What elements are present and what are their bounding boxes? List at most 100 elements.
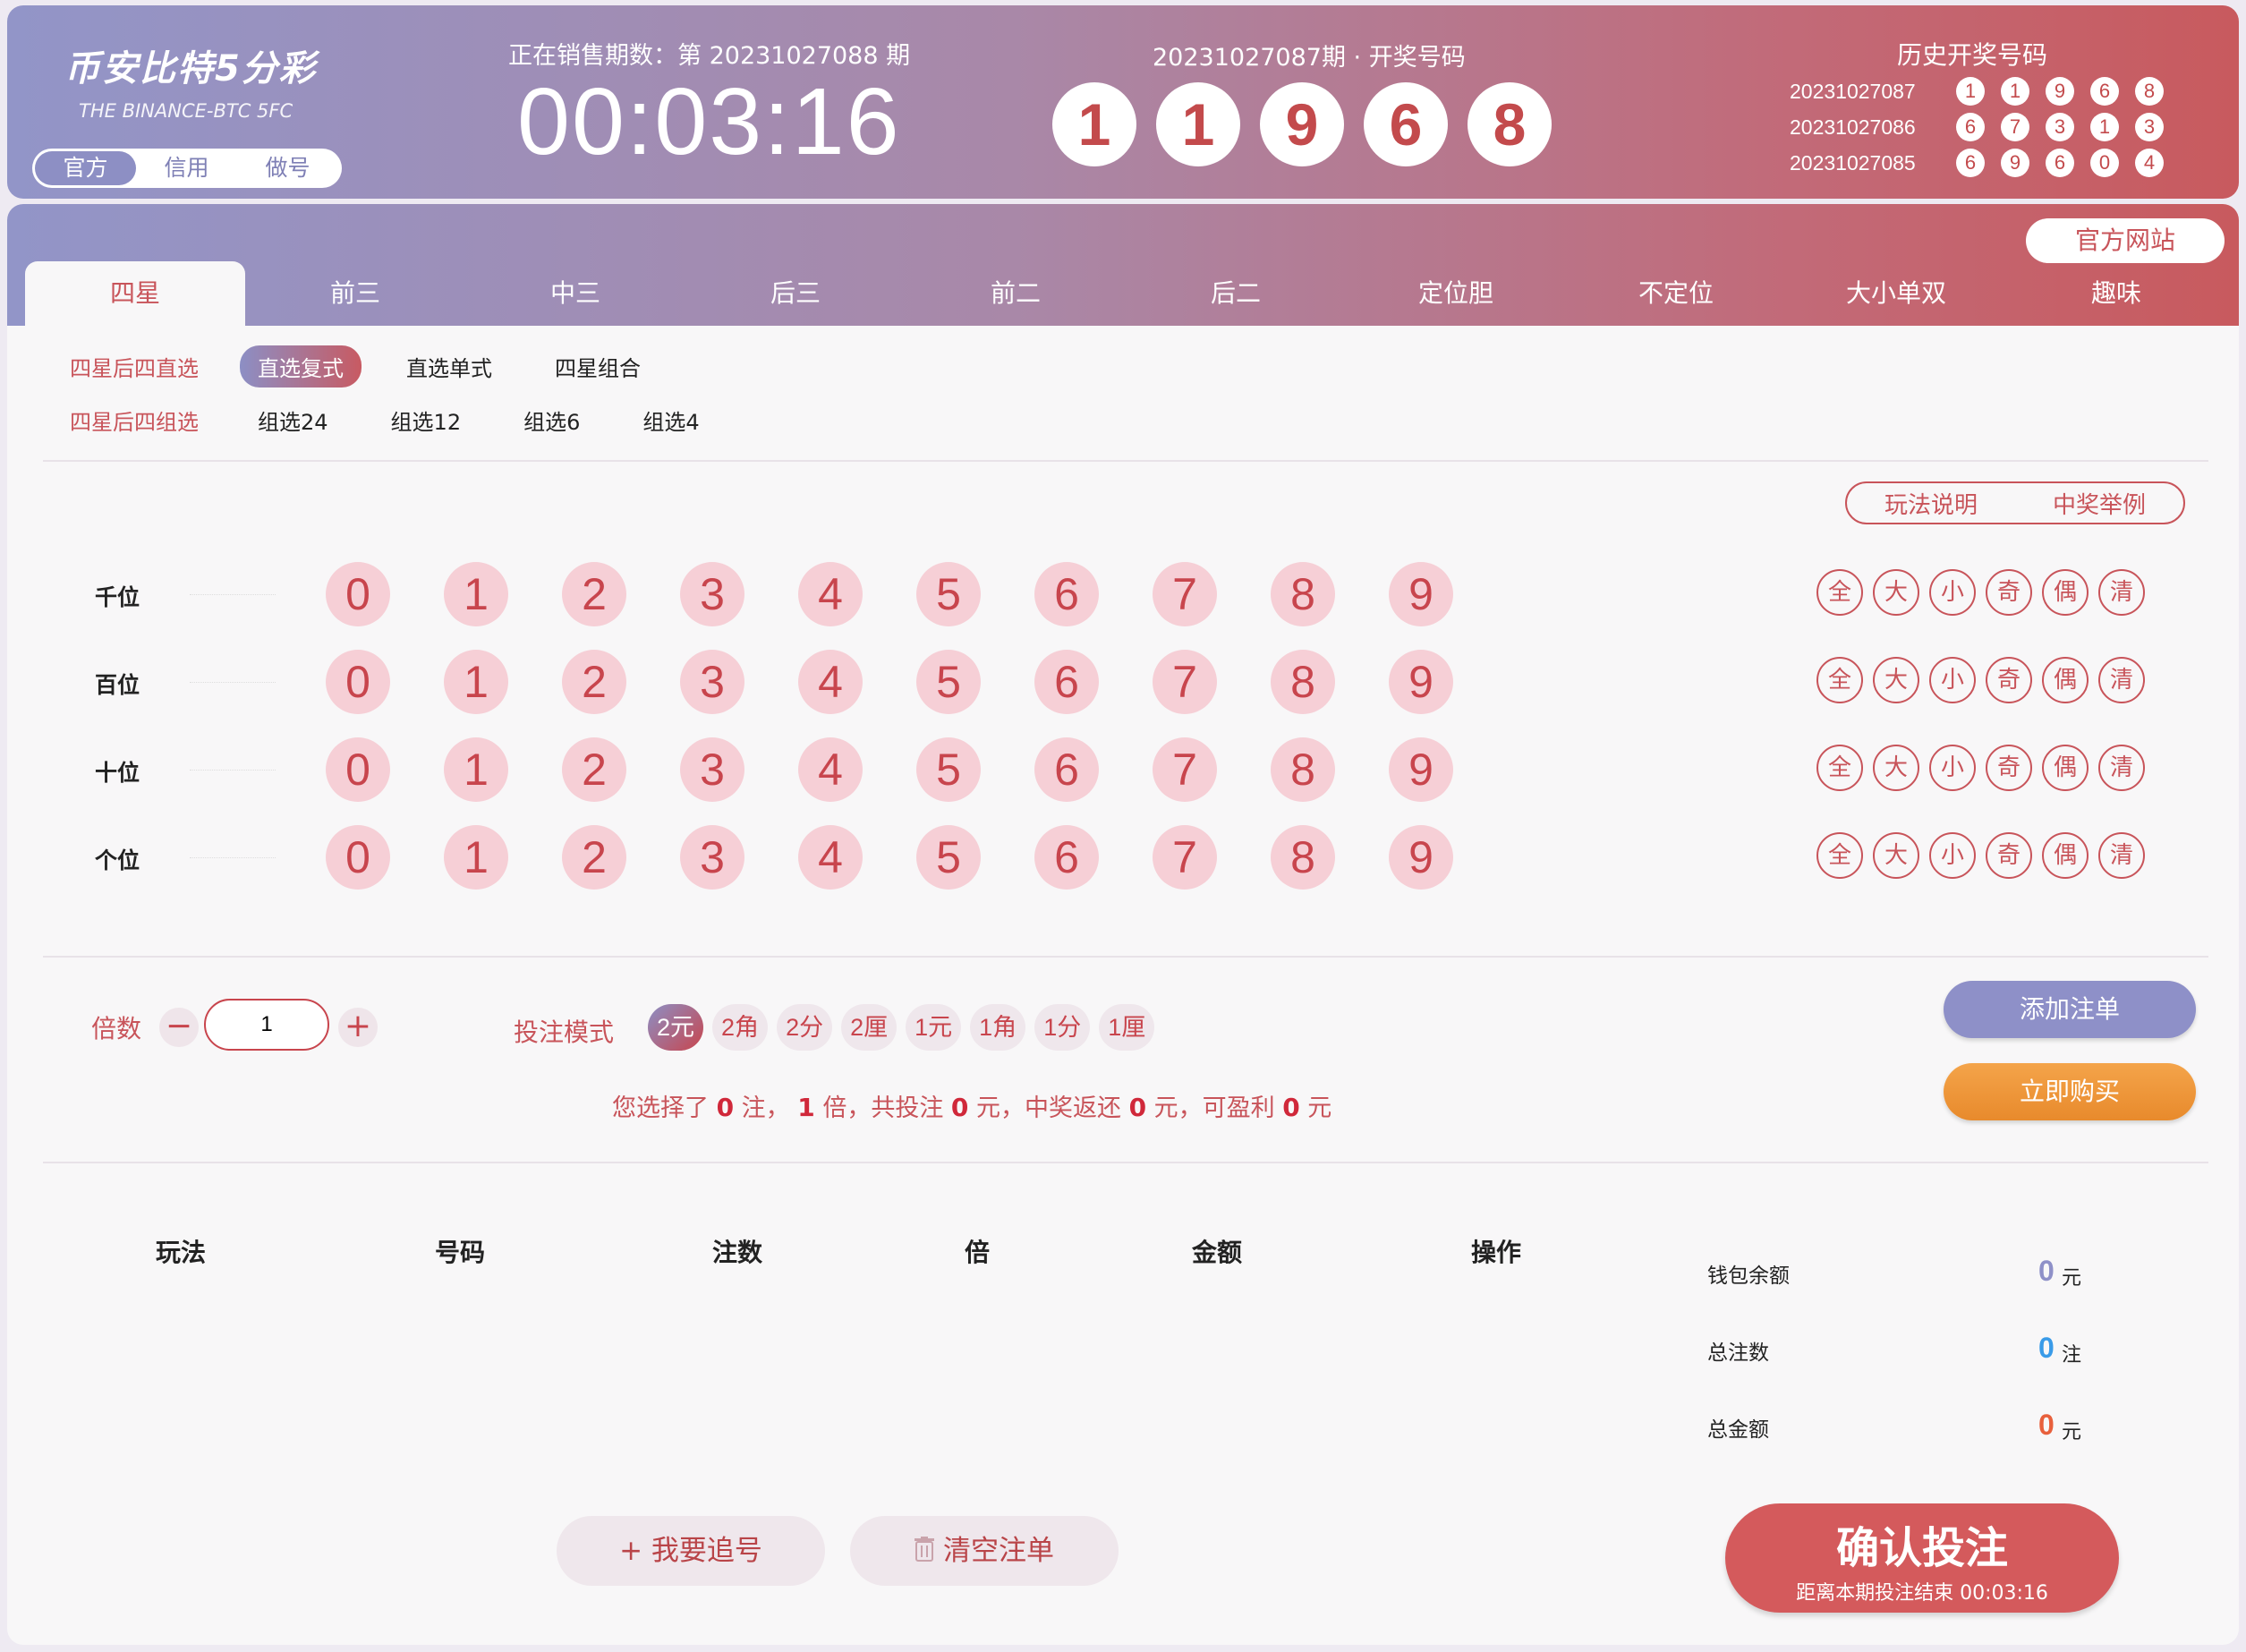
quick-select-button[interactable]: 小 [1929, 569, 1976, 616]
bet-unit-option[interactable]: 2元 [648, 1004, 704, 1051]
tab-4[interactable]: 前二 [906, 261, 1126, 326]
bet-unit-option[interactable]: 1分 [1034, 1004, 1091, 1051]
tab-2[interactable]: 中三 [465, 261, 685, 326]
digit-ball[interactable]: 1 [444, 825, 508, 890]
tab-7[interactable]: 不定位 [1566, 261, 1786, 326]
tab-6[interactable]: 定位胆 [1346, 261, 1566, 326]
digit-ball[interactable]: 6 [1034, 650, 1099, 714]
bet-unit-option[interactable]: 2厘 [841, 1004, 898, 1051]
digit-ball[interactable]: 0 [326, 825, 390, 890]
quick-select-button[interactable]: 全 [1816, 832, 1863, 879]
digit-ball[interactable]: 8 [1271, 737, 1335, 802]
confirm-bet-button[interactable]: 确认投注 距离本期投注结束 00:03:16 [1725, 1503, 2119, 1613]
quick-select-button[interactable]: 全 [1816, 569, 1863, 616]
quick-select-button[interactable]: 奇 [1986, 657, 2032, 703]
subplay-option[interactable]: 直选单式 [388, 345, 510, 387]
quick-select-button[interactable]: 小 [1929, 832, 1976, 879]
digit-ball[interactable]: 3 [680, 825, 744, 890]
play-rules-button[interactable]: 玩法说明 [1884, 487, 1978, 520]
tab-3[interactable]: 后三 [685, 261, 906, 326]
quick-select-button[interactable]: 偶 [2042, 745, 2089, 791]
digit-ball[interactable]: 5 [916, 650, 981, 714]
digit-ball[interactable]: 9 [1389, 737, 1453, 802]
quick-select-button[interactable]: 小 [1929, 657, 1976, 703]
digit-ball[interactable]: 7 [1153, 737, 1217, 802]
digit-ball[interactable]: 1 [444, 562, 508, 626]
digit-ball[interactable]: 7 [1153, 562, 1217, 626]
digit-ball[interactable]: 2 [562, 650, 626, 714]
win-example-button[interactable]: 中奖举例 [2053, 487, 2146, 520]
digit-ball[interactable]: 5 [916, 825, 981, 890]
mode-option[interactable]: 官方 [35, 151, 136, 185]
chase-number-button[interactable]: + 我要追号 [557, 1516, 825, 1586]
digit-ball[interactable]: 8 [1271, 562, 1335, 626]
digit-ball[interactable]: 0 [326, 650, 390, 714]
subplay-option[interactable]: 直选复式 [240, 345, 362, 387]
quick-select-button[interactable]: 奇 [1986, 832, 2032, 879]
digit-ball[interactable]: 9 [1389, 825, 1453, 890]
quick-select-button[interactable]: 大 [1873, 745, 1919, 791]
multiplier-minus-button[interactable]: − [159, 1008, 199, 1047]
bet-unit-option[interactable]: 2分 [777, 1004, 833, 1051]
quick-select-button[interactable]: 全 [1816, 745, 1863, 791]
digit-ball[interactable]: 6 [1034, 562, 1099, 626]
mode-option[interactable]: 信用 [136, 151, 237, 185]
digit-ball[interactable]: 4 [798, 737, 863, 802]
tab-0[interactable]: 四星 [25, 261, 245, 326]
digit-ball[interactable]: 7 [1153, 825, 1217, 890]
subplay-option[interactable]: 组选12 [373, 399, 480, 441]
digit-ball[interactable]: 9 [1389, 562, 1453, 626]
tab-1[interactable]: 前三 [245, 261, 465, 326]
subplay-option[interactable]: 组选24 [240, 399, 346, 441]
quick-select-button[interactable]: 偶 [2042, 832, 2089, 879]
quick-select-button[interactable]: 偶 [2042, 657, 2089, 703]
digit-ball[interactable]: 5 [916, 562, 981, 626]
digit-ball[interactable]: 2 [562, 825, 626, 890]
digit-ball[interactable]: 9 [1389, 650, 1453, 714]
quick-select-button[interactable]: 大 [1873, 657, 1919, 703]
quick-select-button[interactable]: 清 [2098, 657, 2145, 703]
digit-ball[interactable]: 3 [680, 650, 744, 714]
mode-option[interactable]: 做号 [237, 151, 338, 185]
quick-select-button[interactable]: 小 [1929, 745, 1976, 791]
add-to-slip-button[interactable]: 添加注单 [1944, 981, 2196, 1038]
digit-ball[interactable]: 6 [1034, 825, 1099, 890]
bet-unit-option[interactable]: 1厘 [1099, 1004, 1155, 1051]
bet-unit-option[interactable]: 2角 [712, 1004, 769, 1051]
bet-unit-option[interactable]: 1元 [906, 1004, 962, 1051]
digit-ball[interactable]: 2 [562, 737, 626, 802]
multiplier-plus-button[interactable]: + [338, 1008, 378, 1047]
digit-ball[interactable]: 1 [444, 650, 508, 714]
tab-8[interactable]: 大小单双 [1786, 261, 2006, 326]
digit-ball[interactable]: 8 [1271, 825, 1335, 890]
digit-ball[interactable]: 3 [680, 737, 744, 802]
quick-select-button[interactable]: 偶 [2042, 569, 2089, 616]
tab-5[interactable]: 后二 [1126, 261, 1346, 326]
digit-ball[interactable]: 4 [798, 562, 863, 626]
clear-slip-button[interactable]: 清空注单 [850, 1516, 1119, 1586]
buy-now-button[interactable]: 立即购买 [1944, 1063, 2196, 1120]
tab-9[interactable]: 趣味 [2006, 261, 2226, 326]
digit-ball[interactable]: 4 [798, 825, 863, 890]
quick-select-button[interactable]: 清 [2098, 832, 2145, 879]
digit-ball[interactable]: 4 [798, 650, 863, 714]
official-site-button[interactable]: 官方网站 [2026, 218, 2225, 263]
quick-select-button[interactable]: 奇 [1986, 569, 2032, 616]
quick-select-button[interactable]: 奇 [1986, 745, 2032, 791]
digit-ball[interactable]: 5 [916, 737, 981, 802]
quick-select-button[interactable]: 大 [1873, 832, 1919, 879]
digit-ball[interactable]: 3 [680, 562, 744, 626]
digit-ball[interactable]: 6 [1034, 737, 1099, 802]
digit-ball[interactable]: 1 [444, 737, 508, 802]
subplay-option[interactable]: 四星组合 [537, 345, 659, 387]
digit-ball[interactable]: 2 [562, 562, 626, 626]
quick-select-button[interactable]: 清 [2098, 745, 2145, 791]
digit-ball[interactable]: 7 [1153, 650, 1217, 714]
digit-ball[interactable]: 0 [326, 737, 390, 802]
quick-select-button[interactable]: 大 [1873, 569, 1919, 616]
subplay-option[interactable]: 组选4 [625, 399, 717, 441]
subplay-option[interactable]: 组选6 [506, 399, 598, 441]
quick-select-button[interactable]: 全 [1816, 657, 1863, 703]
multiplier-input[interactable] [204, 999, 329, 1051]
quick-select-button[interactable]: 清 [2098, 569, 2145, 616]
